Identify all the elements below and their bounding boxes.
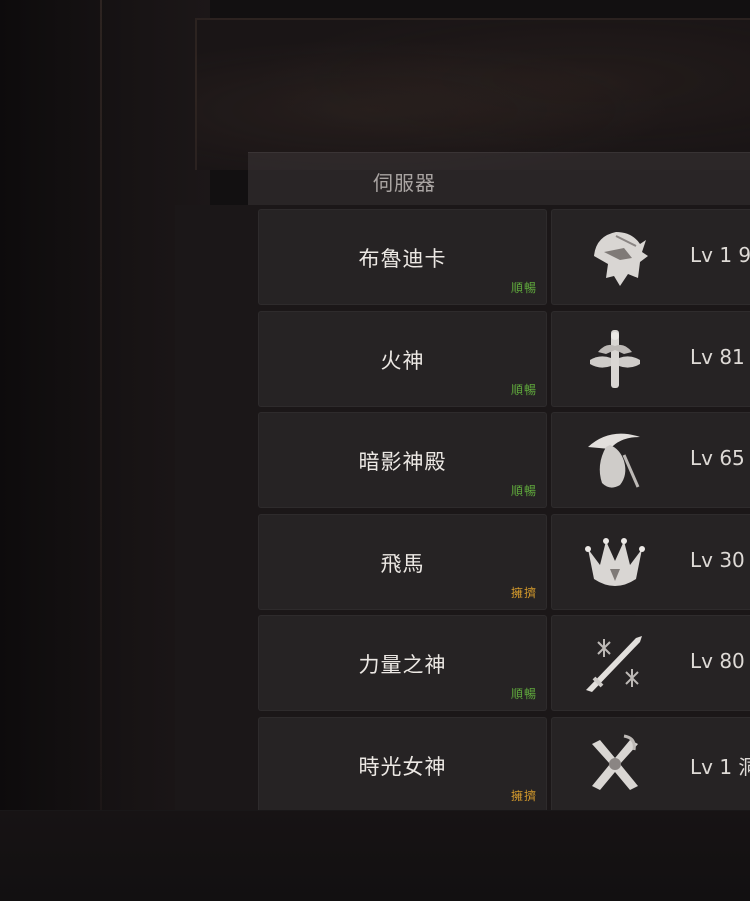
scythe-reaper-icon — [588, 433, 640, 488]
character-cell[interactable]: Lv 30 — [551, 514, 750, 610]
bottom-bar — [0, 810, 750, 901]
sword-emblem-icon — [590, 330, 640, 388]
server-name: 布魯迪卡 — [358, 247, 447, 271]
server-name: 暗影神殿 — [358, 450, 447, 474]
ribbon-emblem-icon — [592, 734, 638, 790]
server-status: 擁擠 — [510, 586, 537, 600]
server-name: 火神 — [380, 349, 425, 373]
server-status: 擁擠 — [510, 789, 537, 803]
server-list-header: 伺服器 — [248, 152, 750, 205]
server-name: 力量之神 — [358, 653, 447, 677]
server-cell[interactable]: 時光女神 擁擠 — [258, 717, 547, 813]
character-level: Lv 1 洞 — [690, 755, 750, 779]
crown-icon — [585, 538, 645, 586]
server-name: 飛馬 — [380, 552, 425, 576]
server-cell[interactable]: 力量之神 順暢 — [258, 615, 547, 711]
server-status: 順暢 — [510, 687, 537, 701]
character-level: Lv 30 — [690, 548, 745, 572]
character-cell[interactable]: Lv 65 — [551, 412, 750, 508]
gunslinger-helmet-icon — [594, 232, 648, 286]
server-column-label: 伺服器 — [373, 171, 436, 195]
server-cell[interactable]: 暗影神殿 順暢 — [258, 412, 547, 508]
character-level: Lv 81 — [690, 345, 745, 369]
server-status: 順暢 — [510, 383, 537, 397]
character-cell[interactable]: Lv 1 洞 — [551, 717, 750, 813]
character-cell[interactable]: Lv 1 9 — [551, 209, 750, 305]
server-status: 順暢 — [510, 484, 537, 498]
server-cell[interactable]: 火神 順暢 — [258, 311, 547, 407]
server-status: 順暢 — [510, 281, 537, 295]
blade-snowflake-icon — [586, 636, 642, 692]
character-level: Lv 65 — [690, 446, 745, 470]
character-cell[interactable]: Lv 81 — [551, 311, 750, 407]
background-frame-line — [100, 0, 102, 900]
character-level: Lv 1 9 — [690, 243, 750, 267]
character-level: Lv 80 — [690, 649, 745, 673]
character-cell[interactable]: Lv 80 — [551, 615, 750, 711]
server-cell[interactable]: 飛馬 擁擠 — [258, 514, 547, 610]
background-ornament-frame — [195, 18, 750, 170]
server-name: 時光女神 — [358, 755, 447, 779]
server-cell[interactable]: 布魯迪卡 順暢 — [258, 209, 547, 305]
